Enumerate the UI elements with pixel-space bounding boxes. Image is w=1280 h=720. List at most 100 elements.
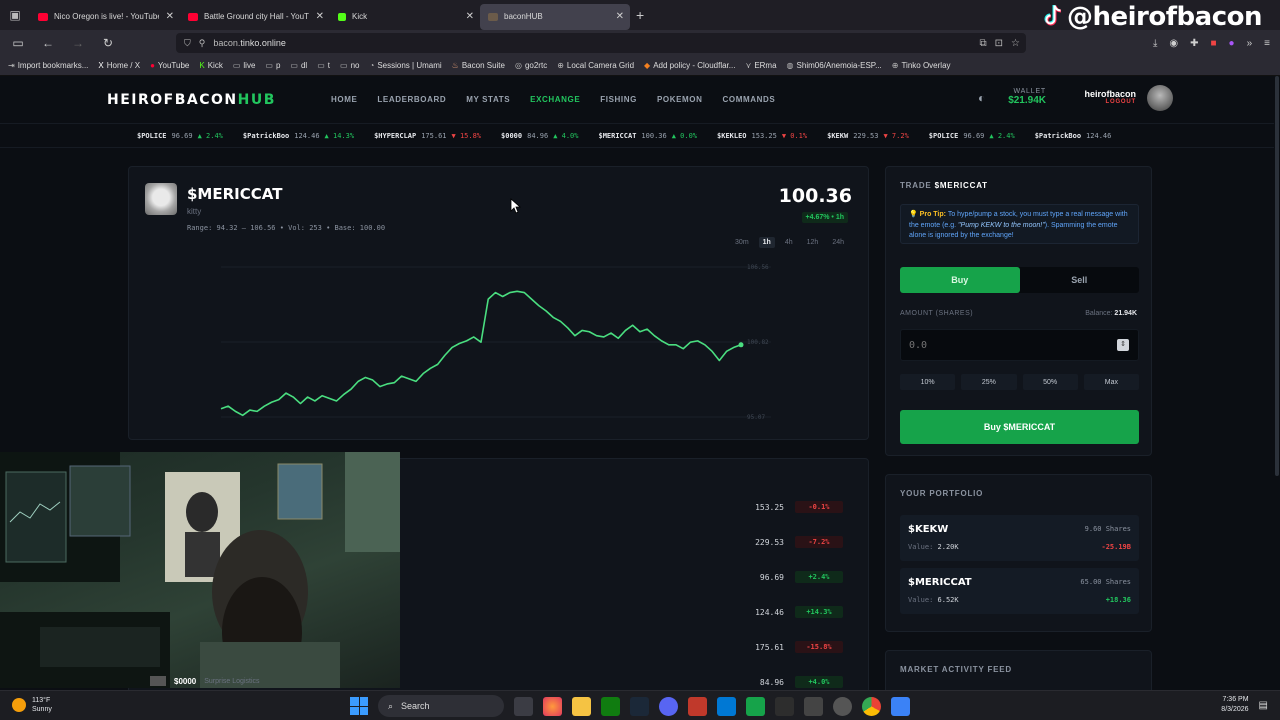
browser-tab-active[interactable]: baconHUB ✕ (480, 3, 630, 30)
back-icon[interactable]: ← (36, 36, 60, 50)
ticker-item[interactable]: $KEKLEO 153.25 ▼ 0.1% (717, 132, 807, 140)
browser-tab[interactable]: Nico Oregon is live! - YouTube ✕ (30, 4, 180, 30)
close-tab-icon[interactable]: ✕ (616, 11, 624, 22)
puzzle-icon[interactable]: ✚ (1190, 38, 1198, 49)
vscode-icon[interactable] (717, 696, 736, 716)
xbox-icon[interactable] (601, 696, 620, 716)
buy-tab[interactable]: Buy (900, 267, 1020, 293)
site-favicon-icon (488, 12, 498, 21)
bookmark-item[interactable]: ♨ Bacon Suite (452, 61, 505, 70)
site-logo[interactable]: HEIROFBACONHUB (107, 92, 276, 108)
discord-app-icon[interactable] (659, 696, 678, 716)
page-scrollbar[interactable] (1274, 76, 1280, 690)
reload-icon[interactable]: ↻ (96, 36, 120, 50)
camera-icon: ◎ (514, 61, 522, 70)
browser-tab[interactable]: Kick ✕ (330, 4, 480, 30)
bookmark-item[interactable]: ⊕ Local Camera Grid (557, 61, 634, 70)
extension-icon[interactable]: ◉ (1169, 38, 1178, 49)
portfolio-position[interactable]: $MERICCAT Value: 6.52K 65.00 Shares +18.… (900, 568, 1139, 614)
bookmark-item[interactable]: ⇥ Import bookmarks... (8, 61, 88, 70)
preset-50-button[interactable]: 50% (1022, 374, 1078, 390)
ticker-item[interactable]: $HYPERCLAP 175.61 ▼ 15.8% (374, 132, 481, 140)
ticker-item[interactable]: $KEKW 229.53 ▼ 7.2% (827, 132, 909, 140)
profile-icon[interactable]: ● (1229, 38, 1235, 49)
bookmark-star-icon[interactable]: ☆ (1011, 38, 1020, 49)
forward-icon[interactable]: → (66, 36, 90, 50)
nav-fishing[interactable]: FISHING (600, 95, 637, 104)
sidebar-toggle-icon[interactable]: ▭ (6, 36, 30, 50)
close-tab-icon[interactable]: ✕ (466, 11, 474, 22)
preset-10-button[interactable]: 10% (900, 374, 956, 390)
preset-25-button[interactable]: 25% (961, 374, 1017, 390)
new-tab-icon[interactable]: + (636, 7, 644, 23)
console-icon[interactable] (775, 696, 794, 716)
sell-tab[interactable]: Sell (1020, 267, 1140, 293)
windows-start-icon[interactable] (350, 697, 368, 715)
nav-pokemon[interactable]: POKEMON (657, 95, 703, 104)
bookmark-item[interactable]: ⊕ Tinko Overlay (892, 61, 951, 70)
bookmark-folder[interactable]: ▭ dl (290, 61, 307, 70)
buy-button[interactable]: Buy $MERICCAT (900, 410, 1139, 444)
stock-list-partial-row[interactable]: $0000 Surprise Logistics (150, 676, 260, 686)
settings-icon[interactable] (833, 696, 852, 716)
amount-label: AMOUNT (SHARES) (900, 310, 974, 317)
nav-home[interactable]: HOME (331, 95, 357, 104)
nav-commands[interactable]: COMMANDS (723, 95, 776, 104)
discord-icon[interactable]: ◐ (978, 91, 985, 105)
more-tools-icon[interactable]: » (1247, 38, 1253, 49)
bookmark-item[interactable]: ⋎ ERma (745, 61, 776, 70)
task-view-icon[interactable] (514, 696, 533, 716)
firefox-icon[interactable] (543, 696, 562, 716)
ticker-item[interactable]: $POLICE 96.69 ▲ 2.4% (929, 132, 1015, 140)
bookmark-folder[interactable]: ▭ no (340, 61, 359, 70)
nav-leaderboard[interactable]: LEADERBOARD (377, 95, 446, 104)
ticker-item[interactable]: $0000 84.96 ▲ 4.0% (501, 132, 578, 140)
screenshot-icon[interactable]: ⧉ (980, 38, 987, 49)
bookmark-item[interactable]: ◎ go2rtc (515, 61, 547, 70)
temperature: 113°F (32, 697, 51, 704)
bookmark-item[interactable]: ◍ Shim06/Anemoia-ESP... (787, 61, 882, 70)
extension-badge-icon[interactable]: ■ (1211, 38, 1217, 49)
ticker-item[interactable]: $PatrickBoo 124.46 (1035, 132, 1117, 140)
save-icon[interactable]: ⊡ (995, 38, 1003, 49)
bookmark-item[interactable]: ◔ Sessions | Umami (369, 61, 441, 70)
close-tab-icon[interactable]: ✕ (166, 11, 174, 22)
bookmark-folder[interactable]: ▭ live (233, 61, 256, 70)
bookmark-item[interactable]: X Home / X (98, 61, 140, 70)
notification-icon[interactable]: ▤ (1259, 700, 1268, 711)
weather-widget[interactable]: 113°F Sunny (12, 696, 52, 714)
avatar[interactable] (1147, 85, 1173, 111)
terminal-app-icon[interactable] (746, 696, 765, 716)
taskbar-search[interactable]: ⌕ Search (378, 695, 504, 717)
file-explorer-icon[interactable] (572, 696, 591, 716)
chrome-icon[interactable] (862, 696, 881, 716)
nav-exchange[interactable]: EXCHANGE (530, 95, 580, 104)
browser-tab[interactable]: Battle Ground city Hall - YouTube ✕ (180, 4, 330, 30)
media-app-icon[interactable] (688, 696, 707, 716)
ticker-symbol: $KEKLEO (717, 131, 747, 140)
window-app-icon[interactable] (804, 696, 823, 716)
ticker-item[interactable]: $PatrickBoo 124.46 ▲ 14.3% (243, 132, 354, 140)
preset-max-button[interactable]: Max (1083, 374, 1139, 390)
notepad-icon[interactable] (891, 696, 910, 716)
scrollbar-thumb[interactable] (1275, 76, 1279, 476)
download-icon[interactable]: ⤓ (1153, 38, 1157, 49)
portfolio-position[interactable]: $KEKW Value: 2.20K 9.60 Shares -25.19B (900, 515, 1139, 561)
nav-my-stats[interactable]: MY STATS (466, 95, 510, 104)
clock[interactable]: 7:36 PM 8/3/2026 (1221, 695, 1248, 715)
bookmark-folder[interactable]: ▭ t (317, 61, 330, 70)
ticker-item[interactable]: $MERICCAT 100.36 ▲ 0.0% (598, 132, 697, 140)
bookmark-folder[interactable]: ▭ p (265, 61, 280, 70)
menu-icon[interactable]: ≡ (1264, 38, 1270, 49)
number-stepper-icon[interactable]: ⇕ (1117, 339, 1129, 351)
bookmark-item[interactable]: ◆ Add policy - Cloudflar... (644, 61, 735, 70)
ticker-item[interactable]: $POLICE 96.69 ▲ 2.4% (137, 132, 223, 140)
address-bar[interactable]: ⛉ ⚲ bacon.tinko.online ⧉ ⊡ ☆ (176, 33, 1026, 53)
bookmark-item[interactable]: ● YouTube (150, 61, 189, 70)
amount-input[interactable] (900, 329, 1139, 361)
bookmark-item[interactable]: K Kick (199, 61, 222, 70)
logout-link[interactable]: LOGOUT (1078, 99, 1136, 105)
tab-overview-icon[interactable]: ▣ (0, 0, 30, 30)
close-tab-icon[interactable]: ✕ (316, 11, 324, 22)
steam-icon[interactable] (630, 696, 649, 716)
